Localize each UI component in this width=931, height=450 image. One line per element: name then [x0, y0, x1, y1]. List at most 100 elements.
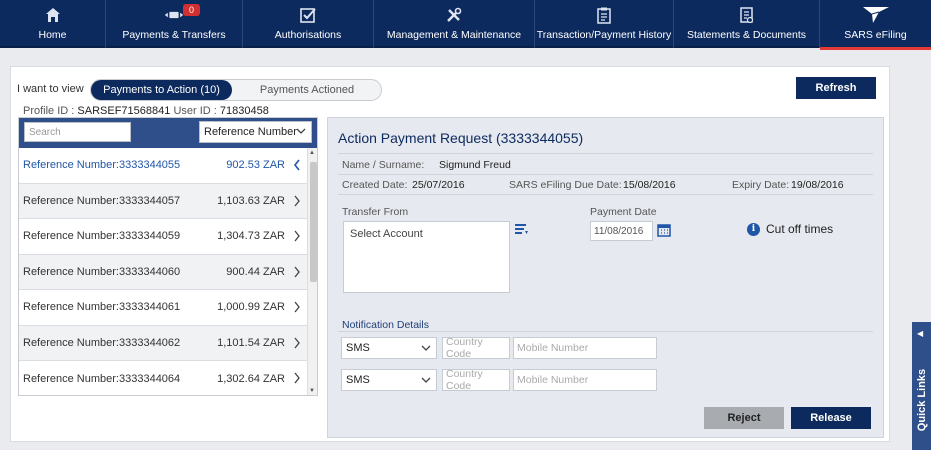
calendar-icon[interactable]	[657, 223, 671, 242]
info-icon: i	[747, 222, 760, 236]
nav-label: Statements & Documents	[686, 29, 807, 41]
payments-icon	[164, 6, 184, 24]
detail-title: Action Payment Request (3333344055)	[338, 130, 584, 146]
clipboard-icon	[594, 6, 614, 24]
notification-details-label: Notification Details	[342, 319, 429, 331]
list-item[interactable]: Reference Number:3333344057 1,103.63 ZAR	[19, 183, 307, 219]
list-item[interactable]: Reference Number:3333344064 1,302.64 ZAR	[19, 361, 307, 395]
country-code-input[interactable]: Country Code	[442, 336, 510, 360]
list-item-reference: Reference Number:3333344059	[23, 230, 181, 243]
mobile-number-input[interactable]: Mobile Number	[513, 369, 657, 391]
search-input[interactable]: Search	[24, 122, 131, 142]
list-item-amount: 1,101.54 ZAR	[217, 336, 285, 349]
nav-item-management[interactable]: Management & Maintenance	[374, 0, 535, 48]
payment-list: Reference Number:3333344055 902.53 ZAR R…	[19, 148, 307, 395]
release-button[interactable]: Release	[791, 407, 871, 429]
list-scrollbar[interactable]: ▲ ▼	[307, 148, 317, 395]
payment-detail-panel: Action Payment Request (3333344055) Name…	[327, 117, 884, 438]
nav-item-history[interactable]: Transaction/Payment History	[535, 0, 674, 48]
expiry-date-label: Expiry Date:	[732, 179, 790, 191]
due-date-label: SARS eFiling Due Date:	[509, 179, 622, 191]
list-item-amount: 1,302.64 ZAR	[217, 372, 285, 385]
tab-payments-to-action[interactable]: Payments to Action (10)	[91, 80, 232, 100]
list-item-amount: 900.44 ZAR	[226, 265, 285, 278]
list-item[interactable]: Reference Number:3333344059 1,304.73 ZAR	[19, 219, 307, 255]
notification-type-value: SMS	[346, 374, 370, 386]
list-item-amount: 1,000.99 ZAR	[217, 301, 285, 314]
list-item[interactable]: Reference Number:3333344055 902.53 ZAR	[19, 148, 307, 184]
chevron-down-icon	[421, 342, 431, 357]
payment-date-label: Payment Date	[590, 206, 657, 218]
transfer-from-label: Transfer From	[342, 206, 409, 218]
name-value: Sigmund Freud	[439, 159, 511, 171]
due-date-value: 15/08/2016	[623, 179, 676, 191]
payment-list-panel: Search Reference Number Reference Number…	[18, 117, 318, 396]
profile-id-label: Profile ID :	[23, 105, 75, 117]
authorisations-icon	[298, 6, 318, 24]
quick-links-label: Quick Links	[916, 368, 928, 432]
created-date-label: Created Date:	[342, 179, 408, 191]
scrollbar-thumb[interactable]	[310, 162, 317, 282]
notification-type-select[interactable]: SMS	[341, 337, 437, 359]
chevron-down-icon	[296, 125, 306, 140]
list-item-reference: Reference Number:3333344060	[23, 265, 181, 278]
authorisations-count-badge: 0	[183, 4, 201, 16]
list-item-reference: Reference Number:3333344061	[23, 301, 181, 314]
list-item-amount: 902.53 ZAR	[226, 159, 285, 172]
list-item-reference: Reference Number:3333344055	[23, 159, 181, 172]
tab-payments-actioned[interactable]: Payments Actioned	[232, 80, 382, 100]
chevron-right-icon	[293, 337, 301, 352]
expiry-date-value: 19/08/2016	[791, 179, 844, 191]
list-item-reference: Reference Number:3333344064	[23, 372, 181, 385]
sort-select[interactable]: Reference Number	[199, 121, 312, 143]
cut-off-times-link[interactable]: i Cut off times	[747, 222, 833, 236]
divider	[338, 174, 873, 175]
reject-button[interactable]: Reject	[704, 407, 784, 429]
top-navigation: Home Payments & Transfers Authorisations…	[0, 0, 931, 50]
nav-label: Management & Maintenance	[386, 29, 522, 41]
list-item[interactable]: Reference Number:3333344060 900.44 ZAR	[19, 254, 307, 290]
home-icon	[43, 6, 63, 24]
sort-select-value: Reference Number	[204, 126, 297, 138]
nav-item-home[interactable]: Home	[0, 0, 106, 48]
mobile-number-input[interactable]: Mobile Number	[513, 337, 657, 359]
country-code-input[interactable]: Country Code	[442, 368, 510, 392]
nav-item-payments[interactable]: Payments & Transfers	[106, 0, 243, 48]
tools-icon	[444, 6, 464, 24]
account-select[interactable]: Select Account	[343, 221, 510, 293]
nav-item-authorisations[interactable]: Authorisations	[243, 0, 374, 48]
user-id-label: User ID :	[173, 105, 217, 117]
document-icon	[737, 6, 757, 24]
divider	[338, 153, 873, 154]
notification-type-select[interactable]: SMS	[341, 369, 437, 391]
chevron-left-icon	[293, 159, 301, 174]
nav-label: Transaction/Payment History	[536, 29, 672, 41]
scroll-down-icon[interactable]: ▼	[309, 388, 315, 394]
list-item[interactable]: Reference Number:3333344062 1,101.54 ZAR	[19, 325, 307, 361]
list-select-icon[interactable]	[514, 222, 529, 240]
divider	[338, 331, 873, 332]
payment-date-input[interactable]: 11/08/2016	[590, 221, 653, 241]
scroll-up-icon[interactable]: ▲	[309, 150, 315, 156]
quick-links-tab[interactable]: ◀ Quick Links	[912, 322, 931, 450]
nav-label: Home	[38, 29, 67, 41]
nav-item-statements[interactable]: Statements & Documents	[674, 0, 820, 48]
chevron-right-icon	[293, 266, 301, 281]
chevron-right-icon	[293, 230, 301, 245]
chevron-right-icon	[293, 372, 301, 387]
list-item-amount: 1,304.73 ZAR	[217, 230, 285, 243]
refresh-button[interactable]: Refresh	[796, 77, 876, 99]
profile-id: SARSEF71568841	[77, 105, 171, 117]
divider	[338, 194, 873, 195]
sars-logo-icon	[861, 6, 891, 24]
chevron-down-icon	[421, 374, 431, 389]
nav-label: SARS eFiling	[844, 29, 907, 41]
nav-item-sars-efiling[interactable]: SARS eFiling	[820, 0, 931, 50]
view-label: I want to view	[17, 83, 84, 95]
chevron-left-icon: ◀	[917, 329, 924, 338]
list-item-reference: Reference Number:3333344062	[23, 336, 181, 349]
profile-info: Profile ID : SARSEF71568841 User ID : 71…	[23, 105, 269, 117]
chevron-right-icon	[293, 195, 301, 210]
list-item[interactable]: Reference Number:3333344061 1,000.99 ZAR	[19, 290, 307, 326]
notification-type-value: SMS	[346, 342, 370, 354]
